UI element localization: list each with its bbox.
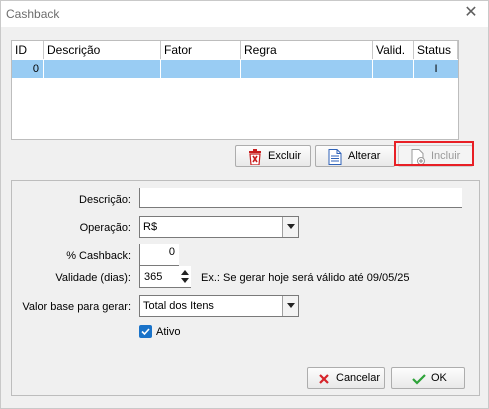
cashback-grid[interactable]: ID Descrição Fator Regra Valid. Status 0… <box>11 40 459 140</box>
valor-base-select[interactable]: Total dos Itens <box>139 295 299 317</box>
ok-label: OK <box>431 372 447 384</box>
excluir-label: Excluir <box>268 150 302 162</box>
alterar-button[interactable]: Alterar <box>315 145 395 167</box>
valor-base-label: Valor base para gerar: <box>22 301 131 313</box>
chevron-down-icon[interactable] <box>282 217 298 237</box>
incluir-highlight-box <box>394 141 474 166</box>
column-header-fator[interactable]: Fator <box>161 41 241 59</box>
cashback-input[interactable]: 0 <box>139 244 179 266</box>
checkmark-icon <box>412 372 426 388</box>
alterar-label: Alterar <box>348 150 381 162</box>
cell-status: I <box>434 63 438 75</box>
descricao-label: Descrição: <box>79 194 131 206</box>
cell-regra <box>241 60 373 78</box>
cashback-label: % Cashback: <box>66 250 131 262</box>
validade-hint: Ex.: Se gerar hoje será válido até 09/05… <box>201 272 410 284</box>
title-bar: Cashback ✕ <box>1 1 488 27</box>
excluir-button[interactable]: Excluir <box>235 145 311 167</box>
arrow-down-icon[interactable] <box>181 278 189 283</box>
check-icon <box>141 328 150 336</box>
column-header-status[interactable]: Status <box>414 41 458 59</box>
column-header-id[interactable]: ID <box>12 41 44 59</box>
trash-icon <box>248 149 262 166</box>
cancel-label: Cancelar <box>336 372 381 384</box>
column-header-regra[interactable]: Regra <box>241 41 373 59</box>
grid-header: ID Descrição Fator Regra Valid. Status <box>12 41 458 59</box>
window-title: Cashback <box>6 7 60 21</box>
cell-valid <box>373 60 414 78</box>
cell-descricao <box>44 60 161 78</box>
operacao-value: R$ <box>143 221 158 233</box>
close-icon[interactable]: ✕ <box>462 4 480 22</box>
ativo-label[interactable]: Ativo <box>156 326 180 338</box>
spin-arrows-icon[interactable] <box>178 266 191 287</box>
column-header-valid[interactable]: Valid. <box>373 41 414 59</box>
ok-button[interactable]: OK <box>391 367 465 389</box>
cell-id: 0 <box>12 60 44 78</box>
cell-fator <box>161 60 241 78</box>
document-edit-icon <box>328 149 342 165</box>
arrow-up-icon[interactable] <box>181 270 189 275</box>
valor-base-value: Total dos Itens <box>143 300 214 312</box>
table-row[interactable]: 0 I <box>12 60 458 78</box>
cashback-form <box>11 180 480 396</box>
chevron-down-icon[interactable] <box>282 296 298 316</box>
ativo-checkbox[interactable] <box>139 325 152 338</box>
cancel-button[interactable]: Cancelar <box>307 367 385 389</box>
operacao-select[interactable]: R$ <box>139 216 299 238</box>
validade-stepper[interactable]: 365 <box>139 266 191 288</box>
descricao-field[interactable] <box>139 188 462 208</box>
validade-label: Validade (dias): <box>55 272 131 284</box>
column-header-descricao[interactable]: Descrição <box>44 41 161 59</box>
operacao-label: Operação: <box>79 222 131 234</box>
close-icon <box>318 372 332 388</box>
cashback-window: Cashback ✕ ID Descrição Fator Regra Vali… <box>0 0 489 409</box>
